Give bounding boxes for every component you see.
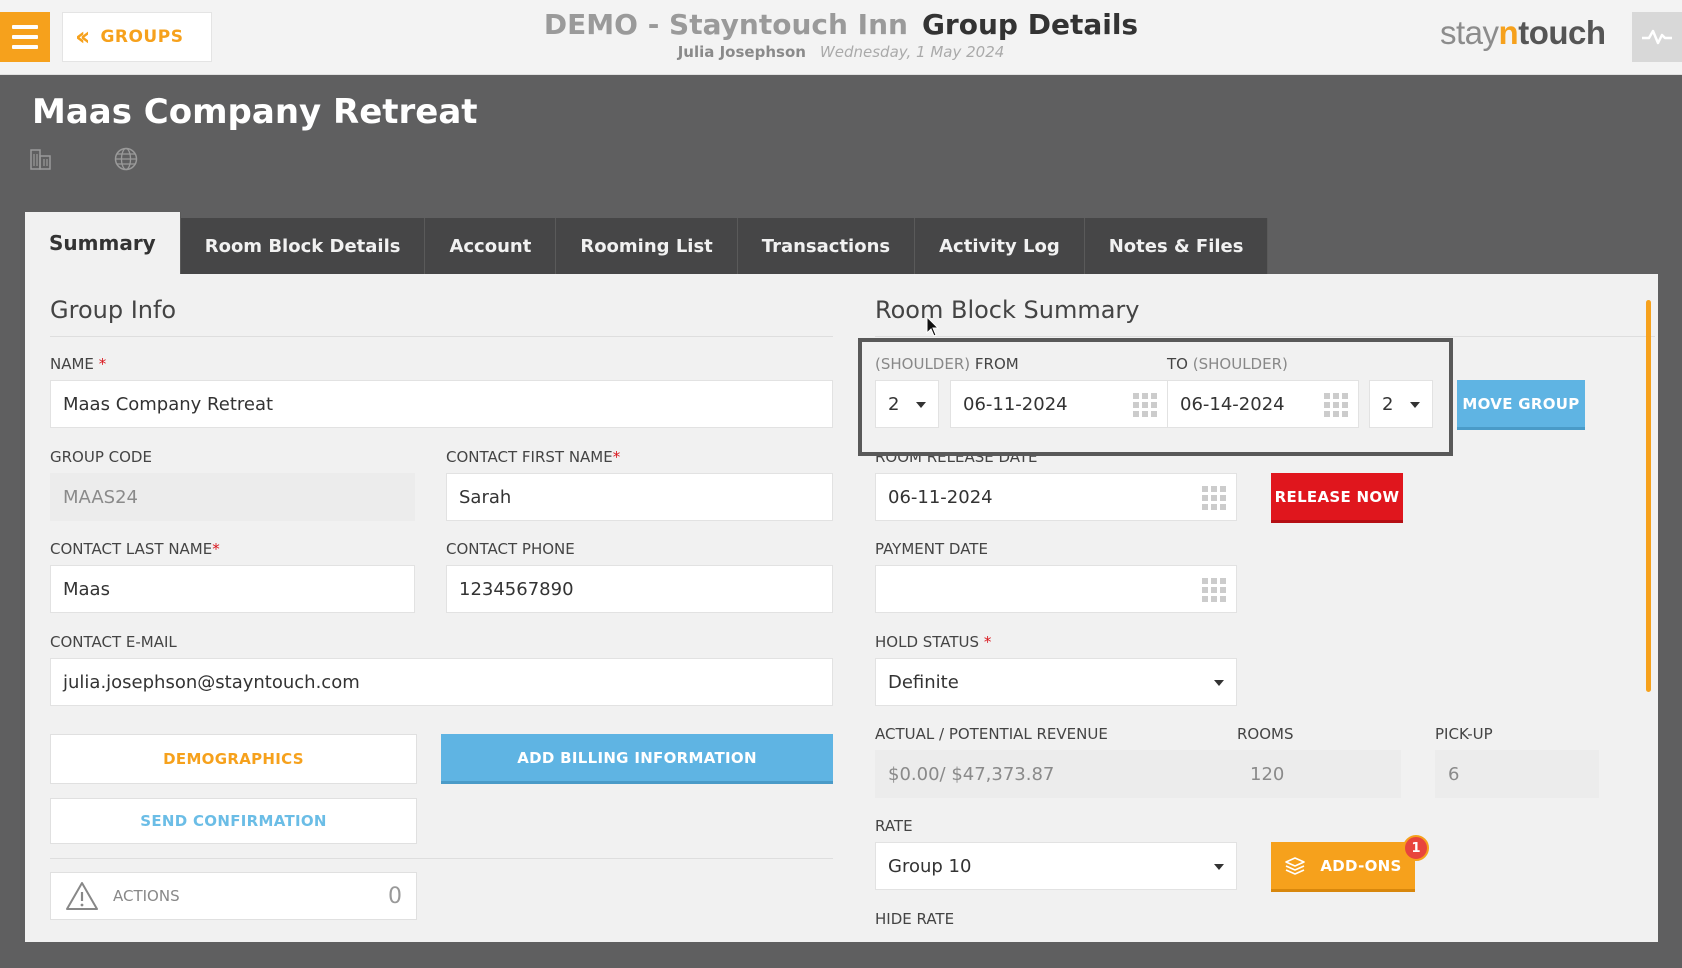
actions-label: ACTIONS	[113, 887, 180, 905]
group-name-input[interactable]: Maas Company Retreat	[50, 380, 833, 428]
tab-account[interactable]: Account	[425, 218, 557, 274]
group-code-label: GROUP CODE	[50, 448, 152, 466]
group-tabs: Summary Room Block Details Account Roomi…	[25, 212, 1269, 274]
contact-first-name-label: CONTACT FIRST NAME*	[446, 448, 621, 466]
page-title: Group Details	[921, 8, 1139, 41]
pickup-value: 6	[1435, 750, 1599, 798]
revenue-label: ACTUAL / POTENTIAL REVENUE	[875, 725, 1108, 743]
contact-first-name-input[interactable]: Sarah	[446, 473, 833, 521]
mouse-cursor-icon	[926, 316, 940, 337]
top-bar: ‹‹ GROUPS DEMO - Stayntouch Inn Group Det…	[0, 0, 1682, 75]
stayntouch-logo: stayntouch	[1440, 14, 1606, 51]
add-ons-badge: 1	[1403, 835, 1429, 861]
to-shoulder-select[interactable]: 2	[1369, 380, 1433, 428]
pickup-label: PICK-UP	[1435, 725, 1493, 743]
payment-date-label: PAYMENT DATE	[875, 540, 988, 558]
add-ons-button[interactable]: ADD-ONS	[1271, 842, 1415, 892]
from-shoulder-select[interactable]: 2	[875, 380, 939, 428]
revenue-value: $0.00/ $47,373.87	[875, 750, 1237, 798]
hold-status-label: HOLD STATUS *	[875, 633, 992, 651]
add-billing-information-button[interactable]: ADD BILLING INFORMATION	[441, 734, 833, 784]
tab-activity-log[interactable]: Activity Log	[915, 218, 1085, 274]
page-heading: DEMO - Stayntouch Inn Group Details	[0, 8, 1682, 41]
warning-icon	[66, 882, 98, 910]
hold-status-select[interactable]: Definite	[875, 658, 1237, 706]
room-block-summary-title: Room Block Summary	[875, 296, 1140, 324]
from-date-input[interactable]: 06-11-2024	[950, 380, 1168, 428]
release-now-button[interactable]: RELEASE NOW	[1271, 473, 1403, 523]
calendar-icon[interactable]	[1202, 578, 1226, 602]
move-group-button[interactable]: MOVE GROUP	[1457, 380, 1585, 430]
hotel-name: DEMO - Stayntouch Inn	[543, 8, 908, 41]
scrollbar[interactable]	[1646, 300, 1651, 692]
tab-transactions[interactable]: Transactions	[737, 218, 916, 274]
payment-date-input[interactable]	[875, 565, 1237, 613]
contact-email-label: CONTACT E-MAIL	[50, 633, 177, 651]
room-release-date-input[interactable]: 06-11-2024	[875, 473, 1237, 521]
tab-notes-files[interactable]: Notes & Files	[1084, 218, 1269, 274]
group-code-input: MAAS24	[50, 473, 415, 521]
divider	[875, 336, 1655, 337]
caret-down-icon	[1410, 402, 1420, 408]
business-date: Wednesday, 1 May 2024	[819, 43, 1005, 61]
demographics-button[interactable]: DEMOGRAPHICS	[50, 734, 417, 784]
tab-room-block-details[interactable]: Room Block Details	[180, 218, 426, 274]
summary-panel: Group Info NAME * Maas Company Retreat G…	[25, 274, 1658, 942]
hide-rate-label: HIDE RATE	[875, 910, 955, 928]
add-ons-label: ADD-ONS	[1320, 856, 1402, 875]
tab-rooming-list[interactable]: Rooming List	[556, 218, 738, 274]
divider	[50, 336, 833, 337]
page-subheading: Julia Josephson Wednesday, 1 May 2024	[0, 43, 1682, 61]
contact-email-input[interactable]: julia.josephson@stayntouch.com	[50, 658, 833, 706]
contact-phone-label: CONTACT PHONE	[446, 540, 575, 558]
building-icon[interactable]	[30, 148, 52, 174]
globe-icon[interactable]	[114, 147, 138, 175]
user-name: Julia Josephson	[677, 43, 806, 61]
contact-last-name-input[interactable]: Maas	[50, 565, 415, 613]
actions-button[interactable]: ACTIONS 0	[50, 872, 417, 920]
rooms-label: ROOMS	[1237, 725, 1294, 743]
caret-down-icon	[1214, 680, 1224, 686]
pulse-icon	[1642, 29, 1672, 45]
name-label: NAME *	[50, 355, 107, 373]
send-confirmation-button[interactable]: SEND CONFIRMATION	[50, 798, 417, 844]
tab-summary[interactable]: Summary	[25, 212, 181, 274]
rate-label: RATE	[875, 817, 913, 835]
contact-last-name-label: CONTACT LAST NAME*	[50, 540, 220, 558]
actions-count: 0	[388, 883, 402, 909]
divider	[50, 858, 833, 859]
calendar-icon[interactable]	[1324, 393, 1348, 417]
layers-icon	[1285, 856, 1306, 875]
rate-select[interactable]: Group 10	[875, 842, 1237, 890]
calendar-icon[interactable]	[1202, 486, 1226, 510]
group-title: Maas Company Retreat	[32, 92, 478, 132]
calendar-icon[interactable]	[1133, 393, 1157, 417]
caret-down-icon	[916, 402, 926, 408]
from-label: (SHOULDER) FROM	[875, 355, 1019, 373]
to-label: TO (SHOULDER)	[1167, 355, 1288, 373]
to-date-input[interactable]: 06-14-2024	[1167, 380, 1359, 428]
contact-phone-input[interactable]: 1234567890	[446, 565, 833, 613]
rooms-value: 120	[1237, 750, 1401, 798]
activity-button[interactable]	[1632, 12, 1682, 62]
group-info-title: Group Info	[50, 296, 177, 324]
caret-down-icon	[1214, 864, 1224, 870]
